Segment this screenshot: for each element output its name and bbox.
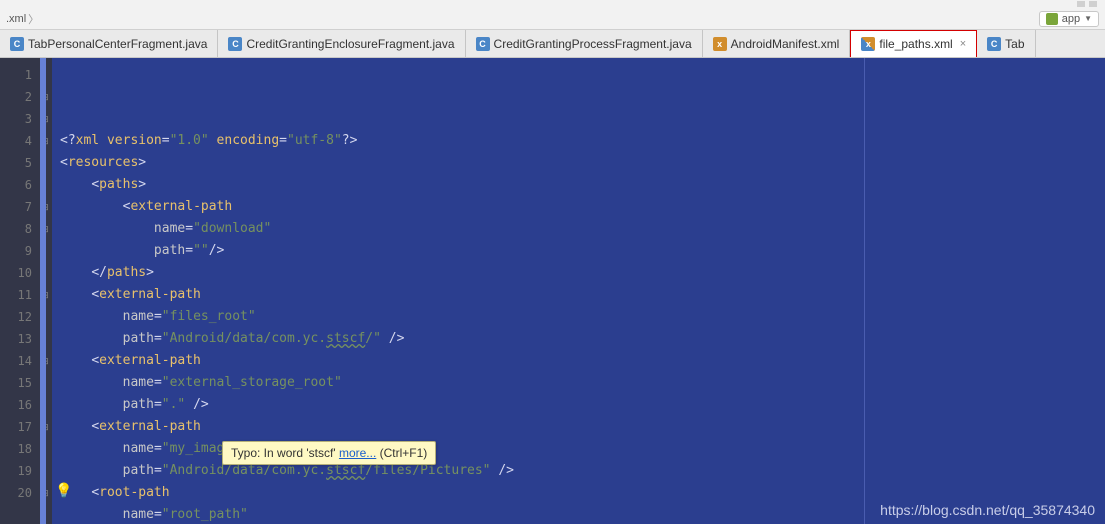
tab-tab[interactable]: C Tab [977,30,1035,57]
line-number[interactable]: 10 [0,262,32,284]
code-line[interactable]: path="." /> [60,394,1105,416]
breadcrumb[interactable]: .xml 〉 app ▼ [0,8,1105,30]
line-number[interactable]: 8 [0,218,32,240]
watermark: https://blog.csdn.net/qq_35874340 [880,502,1095,518]
line-number[interactable]: 19 [0,460,32,482]
tab-label: Tab [1005,37,1024,51]
chevron-down-icon: ▼ [1084,14,1092,23]
code-line[interactable]: <paths> [60,174,1105,196]
code-line[interactable]: name="external_storage_root" [60,372,1105,394]
line-number[interactable]: 3 [0,108,32,130]
code-area[interactable]: <?xml version="1.0" encoding="utf-8"?><r… [52,58,1105,524]
code-line[interactable]: <?xml version="1.0" encoding="utf-8"?> [60,130,1105,152]
line-number[interactable]: 12 [0,306,32,328]
line-number[interactable]: 20 [0,482,32,504]
tab-label: file_paths.xml [879,37,952,51]
xml2-file-icon: x [861,37,875,51]
java-file-icon: C [476,37,490,51]
code-line[interactable]: <root-path [60,482,1105,504]
line-number[interactable]: 16 [0,394,32,416]
tab-label: CreditGrantingEnclosureFragment.java [246,37,454,51]
chevron-right-icon: 〉 [28,11,39,27]
mini-icon [1089,1,1097,7]
code-line[interactable]: name="download" [60,218,1105,240]
close-icon[interactable]: × [960,38,966,50]
tab-file_paths-xml[interactable]: x file_paths.xml × [850,30,977,57]
code-line[interactable]: <external-path [60,196,1105,218]
editor-tabs: C TabPersonalCenterFragment.java C CreditGr… [0,30,1105,58]
code-line[interactable]: name="files_root" [60,306,1105,328]
tab-label: AndroidManifest.xml [731,37,840,51]
code-line[interactable]: <external-path [60,416,1105,438]
mini-icon [1077,1,1085,7]
tab-tabpersonalcenterfragment-java[interactable]: C TabPersonalCenterFragment.java [0,30,218,57]
code-line[interactable]: <external-path [60,284,1105,306]
typo-tooltip[interactable]: Typo: In word 'stscf' more... (Ctrl+F1) [222,441,436,465]
code-line[interactable]: path="Android/data/com.yc.stscf/" /> [60,328,1105,350]
line-number[interactable]: 7 [0,196,32,218]
code-line[interactable]: path="Android/data/com.yc.stscf/files/Pi… [60,460,1105,482]
line-number[interactable]: 4 [0,130,32,152]
module-selector[interactable]: app ▼ [1039,11,1099,27]
bulb-icon[interactable]: 💡 [55,482,71,498]
module-label: app [1062,13,1080,25]
line-number[interactable]: 15 [0,372,32,394]
breadcrumb-item[interactable]: .xml [6,13,26,25]
code-line[interactable]: name="my_images" [60,438,1105,460]
line-number[interactable]: 18 [0,438,32,460]
code-line[interactable]: </paths> [60,262,1105,284]
code-line[interactable]: path=""/> [60,240,1105,262]
line-number[interactable]: 2 [0,86,32,108]
selection-indicator [40,58,46,524]
right-margin-line [864,58,865,524]
tooltip-text: Typo: In word 'stscf' [231,446,339,460]
tab-label: CreditGrantingProcessFragment.java [494,37,692,51]
tooltip-more-link[interactable]: more... [339,446,376,460]
line-number[interactable]: 1 [0,64,32,86]
code-line[interactable]: <resources> [60,152,1105,174]
module-icon [1046,13,1058,25]
editor-area: 1234567891011121314151617181920 ⊟⊟⊟⊟⊟⊟⊟⊟… [0,58,1105,524]
tab-creditgrantingenclosurefragment-java[interactable]: C CreditGrantingEnclosureFragment.java [218,30,465,57]
window-top-strip [0,0,1105,8]
tab-androidmanifest-xml[interactable]: x AndroidManifest.xml [703,30,851,57]
java-file-icon: C [10,37,24,51]
tooltip-shortcut: (Ctrl+F1) [376,446,427,460]
xml-file-icon: x [713,37,727,51]
line-number[interactable]: 5 [0,152,32,174]
java-file-icon: C [987,37,1001,51]
line-number[interactable]: 11 [0,284,32,306]
line-gutter[interactable]: 1234567891011121314151617181920 [0,58,38,524]
line-number[interactable]: 13 [0,328,32,350]
line-number[interactable]: 17 [0,416,32,438]
tab-creditgrantingprocessfragment-java[interactable]: C CreditGrantingProcessFragment.java [466,30,703,57]
java-file-icon: C [228,37,242,51]
tab-label: TabPersonalCenterFragment.java [28,37,207,51]
line-number[interactable]: 6 [0,174,32,196]
line-number[interactable]: 14 [0,350,32,372]
code-line[interactable]: <external-path [60,350,1105,372]
line-number[interactable]: 9 [0,240,32,262]
